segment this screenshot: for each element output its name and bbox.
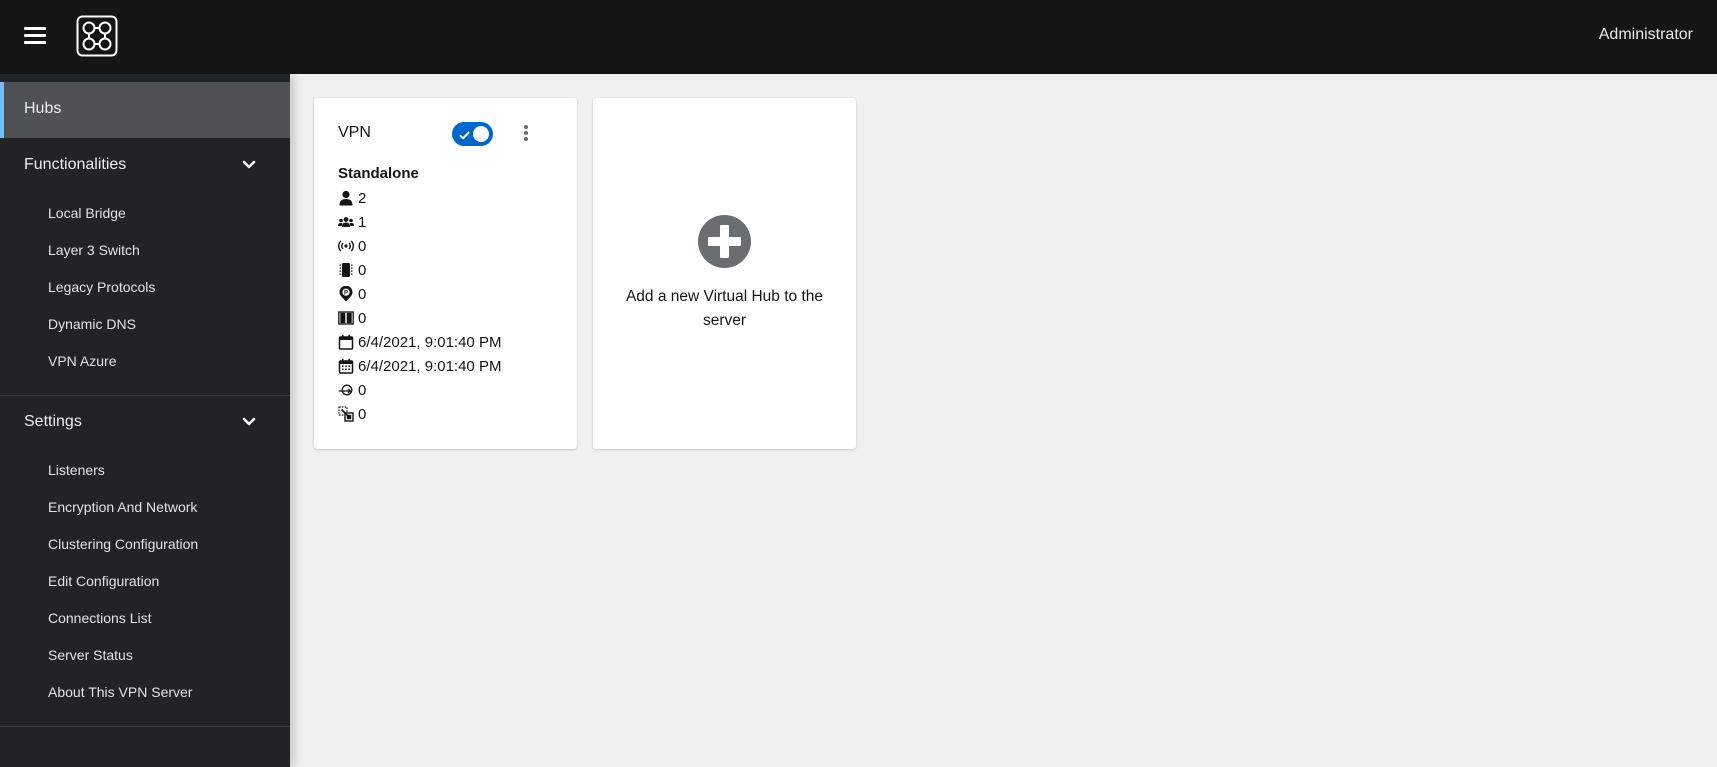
sidebar-item-legacy-protocols[interactable]: Legacy Protocols [48, 279, 155, 295]
calendar-alt-icon [338, 358, 354, 374]
user-icon [338, 190, 354, 206]
hub-type: Standalone [338, 165, 419, 182]
stat-created: 6/4/2021, 9:01:40 PM [338, 332, 501, 352]
sidebar-item-dynamic-dns[interactable]: Dynamic DNS [48, 316, 136, 332]
broadcast-icon [338, 238, 354, 254]
sidebar-divider [0, 726, 290, 727]
login-sync-icon [338, 382, 354, 398]
sidebar-item-connections-list[interactable]: Connections List [48, 610, 152, 626]
stat-logins: 0 [338, 308, 366, 328]
sidebar-group-label: Functionalities [24, 156, 127, 173]
select-arrow-icon [338, 406, 354, 422]
user-menu[interactable]: Administrator [1599, 26, 1693, 44]
hub-network-logo-icon[interactable] [76, 15, 118, 57]
hamburger-icon[interactable] [24, 25, 46, 45]
sidebar-item-layer-3-switch[interactable]: Layer 3 Switch [48, 242, 140, 258]
stat-mac-tables: 0 [338, 260, 366, 280]
sidebar-item-server-status[interactable]: Server Status [48, 647, 133, 663]
plus-circle-icon [698, 215, 751, 268]
sidebar-item-vpn-azure[interactable]: VPN Azure [48, 353, 116, 369]
sidebar-group-functionalities[interactable]: Functionalities [0, 146, 290, 186]
hub-name: VPN [338, 124, 371, 141]
sidebar-item-local-bridge[interactable]: Local Bridge [48, 205, 126, 221]
add-virtual-hub-card[interactable]: Add a new Virtual Hub to the server [593, 98, 856, 449]
toggle-knob [473, 126, 489, 142]
stat-sessions: 0 [338, 236, 366, 256]
sidebar-group-settings[interactable]: Settings [0, 403, 290, 443]
masthead: Administrator [0, 0, 1717, 74]
chevron-down-icon [242, 415, 256, 429]
stat-last-login: 6/4/2021, 9:01:40 PM [338, 356, 501, 376]
hub-card: VPN Standalone 2 1 0 0 P 0 0 6/4/2021, 9… [314, 98, 577, 449]
check-icon [459, 128, 470, 140]
stat-transfer: 0 [338, 404, 366, 424]
kebab-menu-icon[interactable] [519, 124, 533, 144]
sidebar-item-hubs[interactable]: Hubs [0, 82, 290, 138]
sidebar-nav: Hubs Functionalities Local Bridge Layer … [0, 74, 290, 767]
sidebar-item-listeners[interactable]: Listeners [48, 462, 105, 478]
book-open-icon [338, 310, 354, 326]
stat-traffic-sync: 0 [338, 380, 366, 400]
memory-chip-icon [338, 262, 354, 278]
stat-users: 2 [338, 188, 366, 208]
stat-groups: 1 [338, 212, 366, 232]
hub-enabled-toggle[interactable] [452, 122, 493, 146]
add-virtual-hub-label: Add a new Virtual Hub to the server [625, 288, 824, 329]
sidebar-item-clustering-configuration[interactable]: Clustering Configuration [48, 536, 198, 552]
sidebar-item-encryption-and-network[interactable]: Encryption And Network [48, 499, 197, 515]
map-marker-p-icon: P [338, 286, 354, 302]
sidebar-group-label: Settings [24, 413, 82, 430]
chevron-down-icon [242, 158, 256, 172]
calendar-icon [338, 334, 354, 350]
sidebar-item-label: Hubs [24, 100, 62, 117]
svg-text:P: P [344, 290, 348, 296]
users-icon [338, 214, 354, 230]
sidebar-item-about-this-vpn-server[interactable]: About This VPN Server [48, 684, 192, 700]
sidebar-divider [0, 395, 290, 396]
sidebar-item-edit-configuration[interactable]: Edit Configuration [48, 573, 159, 589]
stat-ip-tables: P 0 [338, 284, 366, 304]
